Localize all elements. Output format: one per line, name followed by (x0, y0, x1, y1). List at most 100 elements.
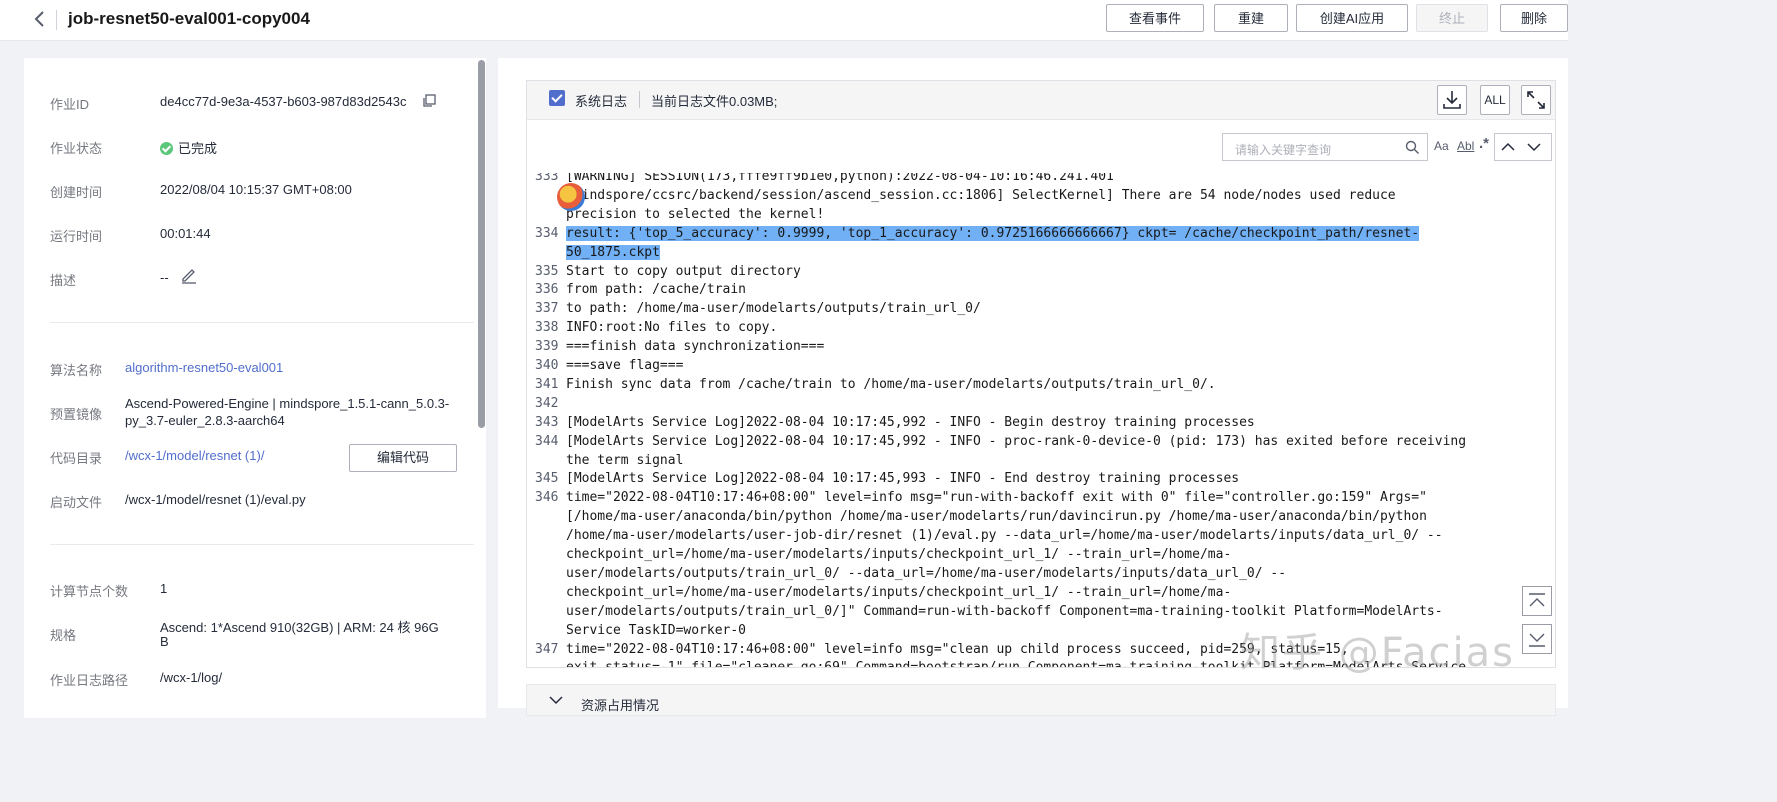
log-panel: 系统日志 当前日志文件0.03MB; ALL 请输入关键字查询 Aa Abl .… (498, 58, 1568, 716)
back-arrow-icon[interactable] (30, 9, 50, 29)
spec-value-line2: B (160, 634, 169, 649)
log-line-text: result: {'top_5_accuracy': 0.9999, 'top_… (566, 225, 1420, 241)
log-line-number: 341 (535, 376, 559, 392)
log-line-text: [ModelArts Service Log]2022-08-04 10:17:… (566, 414, 1255, 430)
search-icon[interactable] (1405, 140, 1420, 155)
boot-file-label: 启动文件 (50, 495, 103, 510)
delete-button[interactable]: 删除 (1500, 4, 1568, 32)
log-toolbar: 系统日志 当前日志文件0.03MB; ALL (527, 81, 1555, 120)
log-line-number: 345 (535, 471, 559, 487)
system-log-checkbox[interactable] (549, 90, 565, 106)
log-search-input[interactable]: 请输入关键字查询 (1222, 133, 1428, 161)
log-file-size: 当前日志文件0.03MB; (651, 94, 778, 109)
top-bar: job-resnet50-eval001-copy004 查看事件 重建 创建A… (0, 0, 1568, 41)
edit-pencil-icon[interactable] (180, 266, 198, 284)
job-details-panel: 作业ID de4cc77d-9e3a-4537-b603-987d83d2543… (24, 58, 486, 718)
spec-value-line1: Ascend: 1*Ascend 910(32GB) | ARM: 24 核 9… (160, 620, 439, 635)
regex-toggle[interactable]: .* (1479, 135, 1489, 152)
log-line-number: 338 (535, 320, 559, 336)
search-placeholder: 请输入关键字查询 (1235, 143, 1332, 157)
log-line-text: /home/ma-user/modelarts/user-job-dir/res… (566, 528, 1443, 544)
section-divider (50, 322, 474, 323)
log-line-text: ===finish data synchronization=== (566, 339, 825, 355)
log-path-label: 作业日志路径 (50, 673, 129, 688)
log-line-text: to path: /home/ma-user/modelarts/outputs… (566, 301, 981, 317)
image-value-line2: py_3.7-euler_2.8.3-aarch64 (125, 413, 285, 428)
chevron-down-icon[interactable] (1527, 141, 1541, 153)
log-line-number: 340 (535, 358, 559, 373)
floating-avatar-icon[interactable] (557, 183, 585, 211)
log-viewer: 系统日志 当前日志文件0.03MB; ALL 请输入关键字查询 Aa Abl .… (526, 80, 1556, 668)
runtime-label: 运行时间 (50, 229, 103, 244)
match-case-toggle[interactable]: Aa (1434, 139, 1449, 153)
expand-icon (1527, 91, 1545, 109)
scroll-bottom-button[interactable] (1522, 624, 1552, 654)
rebuild-button[interactable]: 重建 (1214, 4, 1288, 32)
log-line-text: from path: /cache/train (566, 282, 747, 298)
job-id-value: de4cc77d-9e3a-4537-b603-987d83d2543c (160, 94, 407, 109)
scroll-top-button[interactable] (1522, 586, 1552, 616)
log-line-text: ===save flag=== (566, 358, 684, 373)
log-line-number: 342 (535, 395, 559, 411)
log-line-text: Start to copy output directory (566, 263, 801, 279)
download-button[interactable] (1437, 85, 1467, 115)
log-line-text: user/modelarts/outputs/train_url_0/ --da… (566, 565, 1287, 581)
create-ai-app-button[interactable]: 创建AI应用 (1296, 4, 1408, 32)
log-content[interactable]: 333 [WARNING] SESSION(173,fffe9ff9b1e0,py… (527, 173, 1555, 667)
resource-usage-section[interactable]: 资源占用情况 (526, 684, 1556, 716)
log-line-text: [mindspore/ccsrc/backend/session/ascend_… (566, 187, 1396, 203)
page-title: job-resnet50-eval001-copy004 (68, 9, 310, 28)
code-dir-link[interactable]: /wcx-1/model/resnet (1)/ (125, 448, 264, 463)
created-label: 创建时间 (50, 185, 103, 200)
log-line-text: the term signal (566, 452, 684, 468)
title-divider (56, 10, 57, 30)
log-line-text: checkpoint_url=/home/ma-user/modelarts/i… (566, 547, 1232, 562)
log-path-value: /wcx-1/log/ (160, 670, 223, 685)
terminate-button[interactable]: 终止 (1416, 4, 1488, 32)
log-line-text: time="2022-08-04T10:17:46+08:00" level=i… (566, 490, 1427, 506)
log-line-text: time="2022-08-04T10:17:46+08:00" level=i… (566, 641, 1349, 657)
resource-usage-label: 资源占用情况 (581, 698, 660, 713)
log-line-text: precision to selected the kernel! (566, 206, 825, 222)
log-line-number: 333 (535, 173, 559, 184)
status-text: 已完成 (178, 141, 218, 156)
log-line-number: 335 (535, 263, 559, 279)
view-events-button[interactable]: 查看事件 (1106, 4, 1204, 32)
log-line-text: 50_1875.ckpt (566, 244, 660, 260)
left-panel-scrollbar[interactable] (478, 60, 485, 428)
log-line-text: checkpoint_url=/home/ma-user/modelarts/i… (566, 584, 1232, 600)
nodes-value: 1 (160, 581, 168, 596)
copy-icon[interactable] (422, 94, 436, 108)
log-line-number: 339 (535, 339, 559, 355)
system-log-label: 系统日志 (575, 94, 628, 109)
code-dir-label: 代码目录 (50, 451, 103, 466)
log-line-text: [ModelArts Service Log]2022-08-04 10:17:… (566, 433, 1467, 449)
scroll-to-top-icon (1529, 593, 1545, 607)
log-line-number: 337 (535, 301, 559, 317)
watermark: 知乎 @Facias (1240, 630, 1516, 676)
log-line-number: 343 (535, 414, 559, 430)
created-value: 2022/08/04 10:15:37 GMT+08:00 (160, 182, 352, 197)
chevron-down-icon (549, 696, 563, 705)
toolbar-divider (639, 91, 640, 108)
fullscreen-button[interactable] (1521, 85, 1551, 115)
image-value-line1: Ascend-Powered-Engine | mindspore_1.5.1-… (125, 396, 450, 411)
log-line-number: 347 (535, 641, 559, 657)
all-logs-button[interactable]: ALL (1480, 85, 1510, 115)
log-line-number: 346 (535, 490, 559, 506)
log-line-text: Service TaskID=worker-0 (566, 622, 747, 638)
scroll-to-bottom-icon (1529, 633, 1545, 647)
whole-word-toggle[interactable]: Abl (1457, 139, 1474, 153)
log-line-text: [WARNING] SESSION(173,fffe9ff9b1e0,pytho… (566, 173, 1114, 184)
runtime-value: 00:01:44 (160, 226, 211, 241)
log-line-number: 344 (535, 433, 559, 449)
chevron-up-icon[interactable] (1501, 141, 1515, 153)
section-divider (50, 544, 474, 545)
job-id-label: 作业ID (50, 97, 90, 112)
image-label: 预置镜像 (50, 407, 103, 422)
log-line-text: INFO:root:No files to copy. (566, 320, 778, 336)
log-line-number: 334 (535, 225, 559, 241)
edit-code-button[interactable]: 编辑代码 (349, 444, 457, 472)
algorithm-link[interactable]: algorithm-resnet50-eval001 (125, 360, 283, 375)
description-value: -- (160, 270, 169, 285)
